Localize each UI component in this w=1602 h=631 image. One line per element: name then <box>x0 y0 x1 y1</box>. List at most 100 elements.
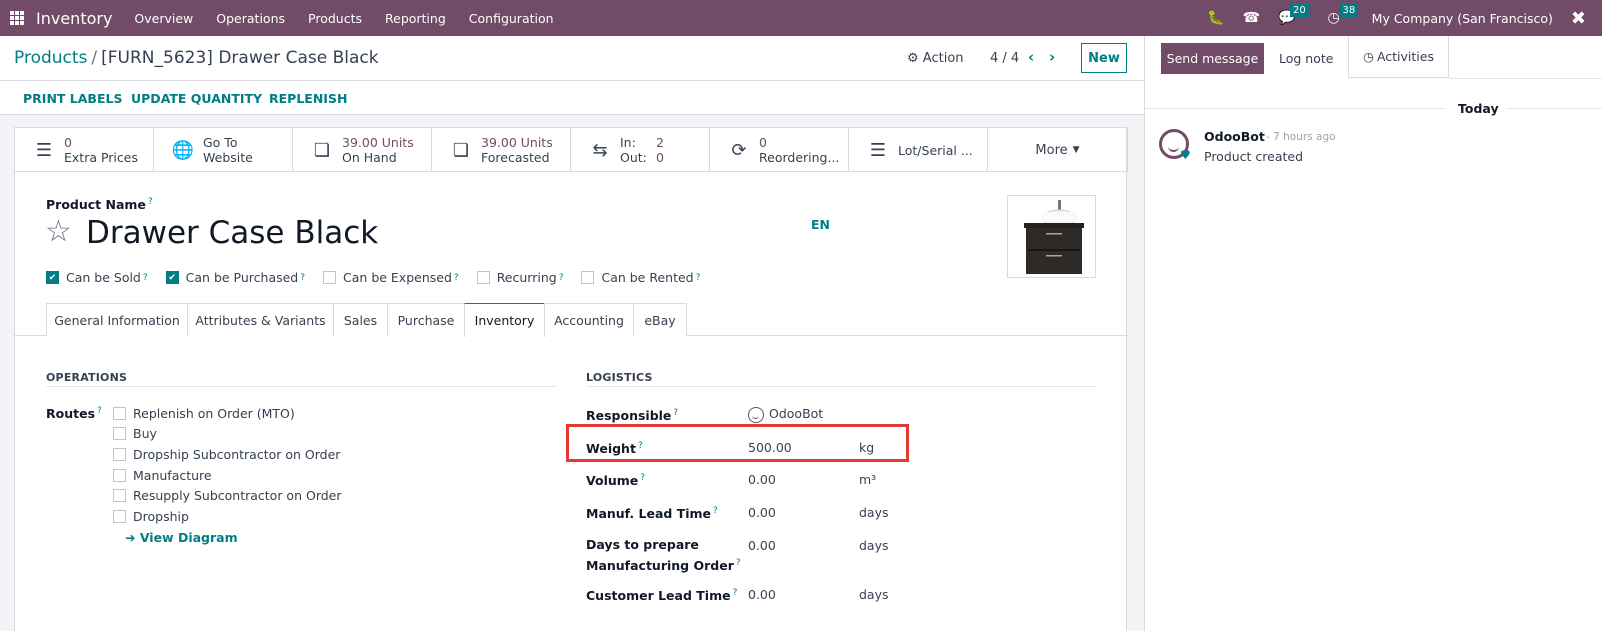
menu-reporting[interactable]: Reporting <box>385 11 446 26</box>
on-hand-label: On Hand <box>342 150 397 165</box>
app-name[interactable]: Inventory <box>36 9 112 28</box>
weight-highlight-box <box>566 424 909 462</box>
pager-next-icon[interactable]: › <box>1049 48 1055 66</box>
customer-lead-time-label: Customer Lead Time? <box>586 588 738 604</box>
help-icon[interactable]: ? <box>148 197 153 207</box>
in-out-button[interactable]: ⇆ In: 2 Out: 0 <box>571 128 710 172</box>
tab-sales[interactable]: Sales <box>333 303 388 336</box>
print-labels-button[interactable]: PRINT LABELS <box>23 91 122 106</box>
can-be-purchased-checkbox[interactable]: ✔ Can be Purchased? <box>165 270 305 285</box>
product-flags: ✔ Can be Sold? ✔ Can be Purchased? Can be … <box>46 270 718 285</box>
message-author[interactable]: OdooBot <box>1204 129 1265 144</box>
favorite-star-icon[interactable]: ☆ <box>45 214 72 249</box>
menu-overview[interactable]: Overview <box>134 11 193 26</box>
checkbox-empty-icon <box>113 469 126 482</box>
messages-icon[interactable]: 💬 20 <box>1278 4 1309 26</box>
date-divider-left <box>1145 108 1445 109</box>
message-body: Product created <box>1204 149 1304 164</box>
smart-buttons: ☰ 0 Extra Prices 🌐 Go To Website ❏ 39.00 U… <box>15 128 1128 172</box>
pager-previous-icon[interactable]: ‹ <box>1028 48 1034 66</box>
route-manufacture-checkbox[interactable]: Manufacture <box>113 468 212 483</box>
checkbox-empty-icon <box>113 427 126 440</box>
menu-products[interactable]: Products <box>308 11 362 26</box>
messages-badge: 20 <box>1290 4 1309 17</box>
exchange-icon: ⇆ <box>592 139 608 161</box>
replenish-button[interactable]: REPLENISH <box>269 91 347 106</box>
tab-general-information[interactable]: General Information <box>46 303 188 336</box>
menu-configuration[interactable]: Configuration <box>469 11 554 26</box>
logistics-title: LOGISTICS <box>586 371 653 384</box>
menu-operations[interactable]: Operations <box>216 11 285 26</box>
checkbox-empty-icon <box>113 407 126 420</box>
more-button[interactable]: More ▼ <box>988 128 1128 172</box>
more-label: More <box>1035 142 1068 158</box>
checkbox-empty-icon <box>581 271 595 284</box>
checkbox-empty-icon <box>476 271 490 284</box>
view-diagram-link[interactable]: ➜ View Diagram <box>125 530 238 545</box>
action-label: Action <box>922 51 964 66</box>
can-be-sold-checkbox[interactable]: ✔ Can be Sold? <box>46 270 148 285</box>
can-be-expensed-checkbox[interactable]: Can be Expensed? <box>323 270 459 285</box>
chatter-divider <box>1449 78 1602 79</box>
operations-divider <box>46 386 556 387</box>
debug-bug-icon[interactable]: 🐛 <box>1207 10 1224 26</box>
route-mto-checkbox[interactable]: Replenish on Order (MTO) <box>113 406 295 421</box>
action-button[interactable]: ⚙ Action <box>907 51 964 66</box>
product-image[interactable] <box>1007 195 1096 278</box>
route-dropship-checkbox[interactable]: Dropship <box>113 509 189 524</box>
breadcrumb-products[interactable]: Products <box>14 48 87 68</box>
volume-field[interactable]: 0.00 <box>748 472 776 487</box>
tab-accounting[interactable]: Accounting <box>544 303 634 336</box>
activities-button[interactable]: ◷ Activities <box>1348 36 1449 78</box>
tab-purchase[interactable]: Purchase <box>387 303 465 336</box>
date-divider-right <box>1507 108 1602 109</box>
product-name-label: Product Name? <box>46 197 153 213</box>
new-button[interactable]: New <box>1081 43 1127 73</box>
company-switcher[interactable]: My Company (San Francisco) <box>1372 11 1553 26</box>
cubes-icon: ❏ <box>313 139 331 161</box>
can-be-rented-checkbox[interactable]: Can be Rented? <box>581 270 700 285</box>
route-dropship-subcontractor-checkbox[interactable]: Dropship Subcontractor on Order <box>113 447 340 462</box>
manuf-lead-time-unit: days <box>859 505 889 520</box>
send-message-button[interactable]: Send message <box>1161 43 1264 74</box>
apps-menu-icon[interactable] <box>10 11 24 25</box>
go-to-website-button[interactable]: 🌐 Go To Website <box>154 128 293 172</box>
log-note-button[interactable]: Log note <box>1279 51 1333 66</box>
customer-lead-time-field[interactable]: 0.00 <box>748 587 776 602</box>
routes-label: Routes? <box>46 406 102 422</box>
lot-serial-button[interactable]: ☰ Lot/Serial ... <box>849 128 988 172</box>
heart-icon: ♥ <box>1180 148 1191 162</box>
out-label: Out: <box>620 150 647 165</box>
update-quantity-button[interactable]: UPDATE QUANTITY <box>131 91 262 106</box>
tools-icon[interactable]: ✖ <box>1571 8 1586 29</box>
extra-prices-button[interactable]: ☰ 0 Extra Prices <box>15 128 154 172</box>
recurring-checkbox[interactable]: Recurring? <box>476 270 563 285</box>
extra-prices-count: 0 <box>64 135 72 150</box>
responsible-field[interactable]: OdooBot <box>748 406 823 423</box>
tab-ebay[interactable]: eBay <box>633 303 687 336</box>
pager-value[interactable]: 4 / 4 <box>990 51 1019 66</box>
activities-clock-icon[interactable]: ◷ 38 <box>1327 4 1359 26</box>
out-value: 0 <box>656 150 664 165</box>
tab-attributes-variants[interactable]: Attributes & Variants <box>187 303 334 336</box>
manuf-lead-time-field[interactable]: 0.00 <box>748 505 776 520</box>
breadcrumb-separator: / <box>91 48 98 68</box>
website-line1: Go To <box>203 135 238 150</box>
breadcrumb-current: [FURN_5623] Drawer Case Black <box>101 48 379 68</box>
bars-icon: ☰ <box>869 139 887 161</box>
notebook-tabs: General Information Attributes & Variant… <box>15 303 1128 337</box>
message-time: - 7 hours ago <box>1266 131 1336 143</box>
forecasted-label: Forecasted <box>481 150 550 165</box>
tab-inventory[interactable]: Inventory <box>464 303 545 337</box>
on-hand-button[interactable]: ❏ 39.00 Units On Hand <box>293 128 432 172</box>
route-buy-checkbox[interactable]: Buy <box>113 426 157 441</box>
reordering-button[interactable]: ⟳ 0 Reordering... <box>710 128 849 172</box>
product-name-field[interactable]: Drawer Case Black <box>86 215 378 251</box>
days-to-prepare-field[interactable]: 0.00 <box>748 538 776 553</box>
manuf-lead-time-label: Manuf. Lead Time? <box>586 506 718 522</box>
route-resupply-subcontractor-checkbox[interactable]: Resupply Subcontractor on Order <box>113 488 342 503</box>
forecasted-button[interactable]: ❏ 39.00 Units Forecasted <box>432 128 571 172</box>
language-button[interactable]: EN <box>811 217 830 232</box>
phone-icon[interactable]: ☎ <box>1243 10 1260 26</box>
control-panel: Products / [FURN_5623] Drawer Case Black ⚙… <box>0 36 1144 81</box>
